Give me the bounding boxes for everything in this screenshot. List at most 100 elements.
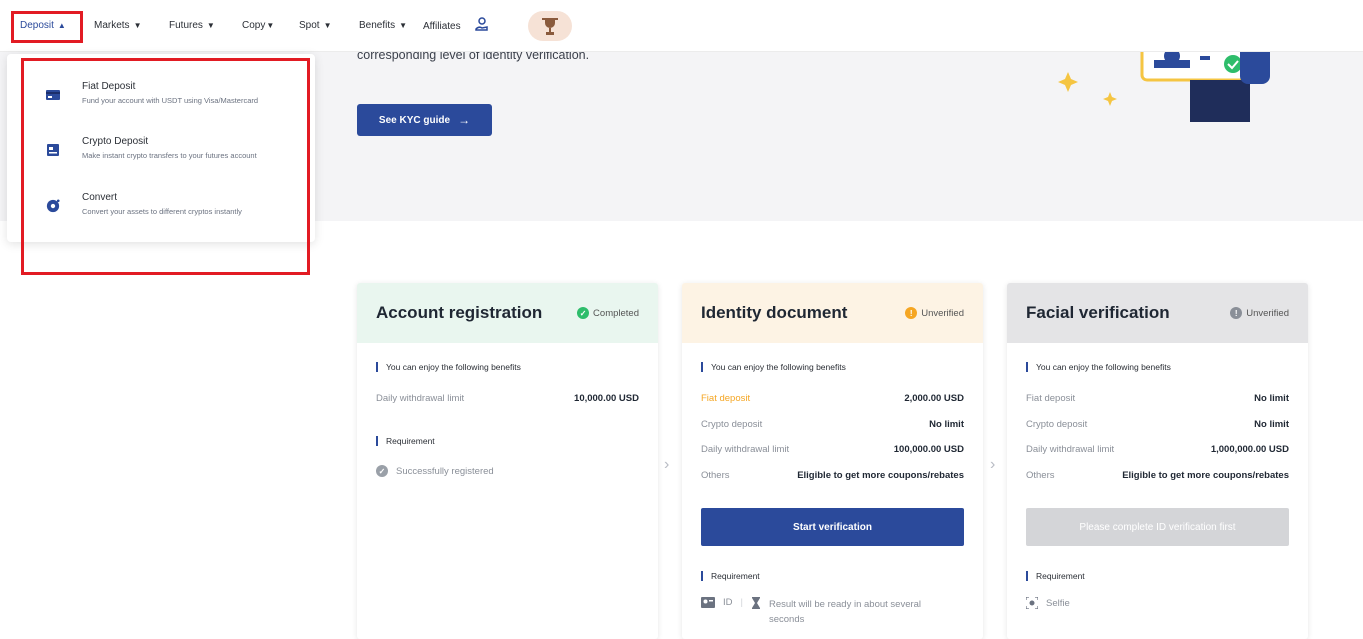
requirement-text: Successfully registered <box>396 465 494 477</box>
nav-affiliates[interactable]: Affiliates <box>423 21 461 32</box>
benefit-row: Daily withdrawal limit 1,000,000.00 USD <box>1026 444 1289 458</box>
requirement-item: Selfie <box>1026 597 1070 609</box>
benefit-key: Crypto deposit <box>1026 419 1088 430</box>
nav-markets[interactable]: Markets ▼ <box>94 20 141 31</box>
status-badge: ✓ Completed <box>577 307 639 319</box>
requirement-label: Requirement <box>376 436 435 446</box>
affiliate-hand-icon[interactable] <box>474 17 490 33</box>
nav-spot[interactable]: Spot ▼ <box>299 20 332 31</box>
dropdown-item-fiat-deposit[interactable]: Fiat Deposit Fund your account with USDT… <box>7 78 315 128</box>
nav-markets-label: Markets <box>94 20 130 31</box>
card-title: Facial verification <box>1026 303 1170 322</box>
info-icon: ! <box>1230 307 1243 319</box>
dropdown-item-desc: Convert your assets to different cryptos… <box>82 207 242 216</box>
dropdown-item-desc: Make instant crypto transfers to your fu… <box>82 151 257 160</box>
requirement-text: Selfie <box>1046 597 1070 609</box>
divider: | <box>740 597 743 608</box>
trophy-icon <box>542 18 558 35</box>
requirement-item: ID | Result will be ready in about sever… <box>701 597 921 627</box>
status-text: Unverified <box>1246 307 1289 319</box>
requirement-note-line2: seconds <box>768 614 805 625</box>
top-nav: Deposit ▲ Markets ▼ Futures ▼ Copy ▼ Spo… <box>0 0 1363 52</box>
id-card-icon <box>701 597 715 608</box>
caret-down-icon: ▼ <box>266 21 275 30</box>
avatar[interactable] <box>528 11 572 41</box>
benefit-value: No limit <box>929 419 964 430</box>
card-title: Identity document <box>701 303 848 322</box>
card-account-registration: Account registration ✓ Completed You can… <box>357 283 658 639</box>
arrow-right-icon: → <box>458 113 471 127</box>
caret-down-icon: ▼ <box>399 21 408 30</box>
nav-benefits-label: Benefits <box>359 20 396 31</box>
chevron-right-icon: › <box>664 456 670 473</box>
status-badge: ! Unverified <box>905 307 964 319</box>
deposit-highlight-box <box>11 11 83 43</box>
hourglass-icon <box>751 597 760 609</box>
warning-icon: ! <box>905 307 918 319</box>
deposit-dropdown: Fiat Deposit Fund your account with USDT… <box>7 54 315 242</box>
dropdown-item-convert[interactable]: Convert Convert your assets to different… <box>7 189 315 239</box>
benefit-value: 100,000.00 USD <box>893 444 964 455</box>
requirement-label: Requirement <box>1026 571 1085 581</box>
requirement-note-line1: Result will be ready in about several <box>768 599 922 610</box>
benefit-value: 2,000.00 USD <box>904 393 964 404</box>
page: corresponding level of identity verifica… <box>0 0 1363 639</box>
benefit-value: Eligible to get more coupons/rebates <box>1122 470 1289 481</box>
benefit-row: Daily withdrawal limit 10,000.00 USD <box>376 393 639 407</box>
benefits-label: You can enjoy the following benefits <box>1026 362 1171 372</box>
convert-icon <box>46 199 60 213</box>
card-icon <box>46 90 60 100</box>
kyc-illustration <box>1058 44 1270 122</box>
benefit-key: Fiat deposit <box>1026 393 1076 404</box>
benefit-value: 10,000.00 USD <box>574 393 639 404</box>
kyc-guide-button[interactable]: See KYC guide → <box>357 104 492 136</box>
status-badge: ! Unverified <box>1230 307 1289 319</box>
benefit-value: No limit <box>1254 393 1289 404</box>
benefit-key: Daily withdrawal limit <box>701 444 790 455</box>
benefit-row: Fiat deposit 2,000.00 USD <box>701 393 964 407</box>
complete-id-first-button[interactable]: Please complete ID verification first <box>1026 508 1289 546</box>
start-verification-button[interactable]: Start verification <box>701 508 964 546</box>
card-title: Account registration <box>376 303 543 322</box>
nav-affiliates-label: Affiliates <box>423 21 461 32</box>
benefits-label: You can enjoy the following benefits <box>701 362 846 372</box>
card-facial-verification: Facial verification ! Unverified You can… <box>1007 283 1308 639</box>
nav-benefits[interactable]: Benefits ▼ <box>359 20 407 31</box>
requirement-id: ID <box>723 597 733 608</box>
check-circle-icon: ✓ <box>577 307 590 319</box>
benefit-value: No limit <box>1254 419 1289 430</box>
check-circle-icon: ✓ <box>376 465 388 477</box>
nav-copy[interactable]: Copy ▼ <box>242 20 274 31</box>
dropdown-item-title: Fiat Deposit <box>82 81 136 92</box>
requirement-label: Requirement <box>701 571 760 581</box>
benefit-key: Others <box>1026 470 1055 481</box>
caret-down-icon: ▼ <box>206 21 215 30</box>
benefit-row: Others Eligible to get more coupons/reba… <box>701 470 964 484</box>
dropdown-item-title: Convert <box>82 192 118 203</box>
status-text: Unverified <box>921 307 964 319</box>
benefit-key: Fiat deposit <box>701 393 751 404</box>
caret-down-icon: ▼ <box>323 21 332 30</box>
benefit-row: Fiat deposit No limit <box>1026 393 1289 407</box>
status-text: Completed <box>593 307 639 319</box>
benefit-row: Crypto deposit No limit <box>701 419 964 433</box>
dropdown-item-crypto-deposit[interactable]: Crypto Deposit Make instant crypto trans… <box>7 133 315 183</box>
benefit-key: Daily withdrawal limit <box>1026 444 1115 455</box>
benefit-row: Others Eligible to get more coupons/reba… <box>1026 470 1289 484</box>
benefit-value: 1,000,000.00 USD <box>1210 444 1289 455</box>
dropdown-item-title: Crypto Deposit <box>82 136 149 147</box>
wallet-icon <box>47 144 59 156</box>
chevron-right-icon: › <box>990 456 996 473</box>
face-scan-icon <box>1026 597 1038 609</box>
nav-copy-label: Copy <box>242 20 266 31</box>
benefit-row: Crypto deposit No limit <box>1026 419 1289 433</box>
card-header: Facial verification ! Unverified <box>1007 283 1308 343</box>
card-identity-document: Identity document ! Unverified You can e… <box>682 283 983 639</box>
nav-futures[interactable]: Futures ▼ <box>169 20 215 31</box>
benefit-key: Daily withdrawal limit <box>376 393 465 404</box>
requirement-item: ✓ Successfully registered <box>376 465 494 477</box>
kyc-guide-label: See KYC guide <box>378 114 451 126</box>
benefit-key: Crypto deposit <box>701 419 763 430</box>
dropdown-item-desc: Fund your account with USDT using Visa/M… <box>82 96 259 105</box>
requirement-note: Result will be ready in about several se… <box>769 597 921 627</box>
